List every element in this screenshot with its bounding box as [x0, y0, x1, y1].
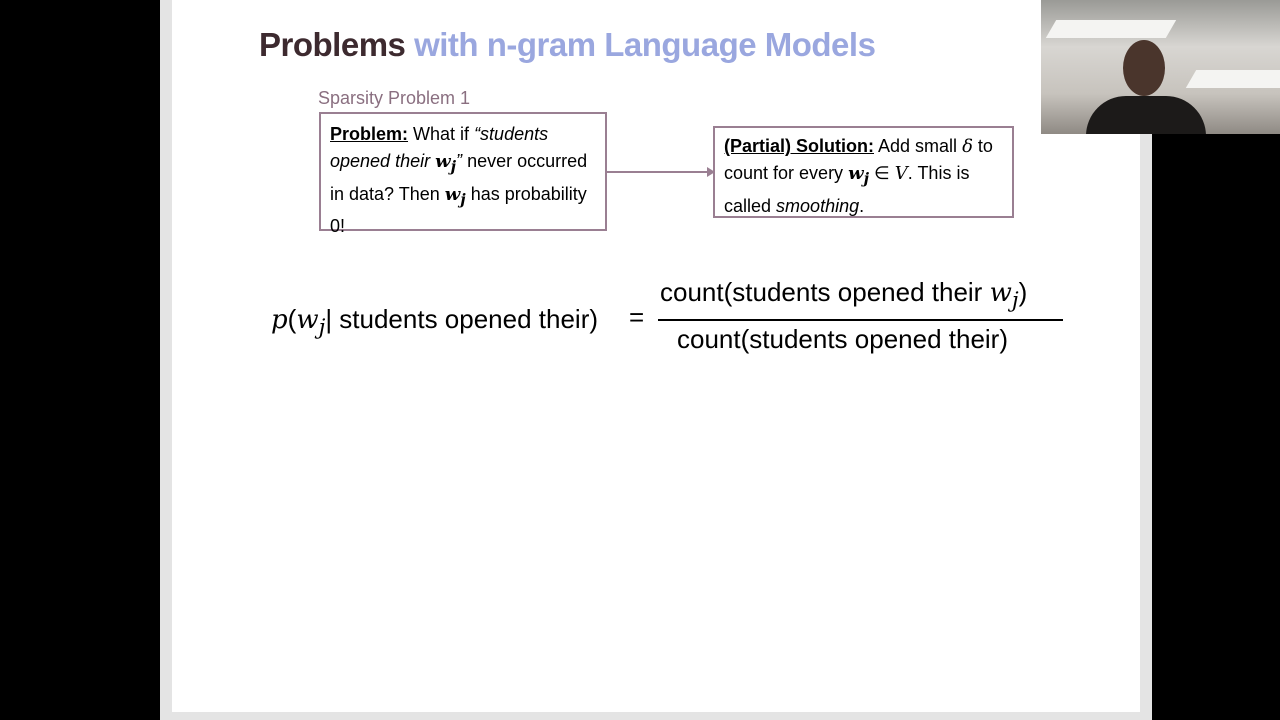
- formula-p: p: [271, 305, 288, 335]
- formula-lhs-given: | students opened their): [325, 304, 599, 334]
- element-of-symbol: ∈: [874, 163, 890, 183]
- formula-lhs: p(wj| students opened their): [271, 304, 599, 341]
- solution-var-w: w: [848, 163, 864, 184]
- formula-equals: =: [629, 302, 645, 332]
- formula-num-var: w: [989, 278, 1012, 308]
- fraction-bar: [658, 319, 1063, 321]
- solution-period-2: .: [859, 195, 865, 216]
- slide-canvas: Problems with n-gram Language Models Spa…: [172, 0, 1140, 712]
- solution-label: (Partial) Solution:: [724, 136, 874, 156]
- webcam-thumbnail: [1041, 0, 1280, 134]
- presenter-body: [1086, 96, 1206, 134]
- formula-numerator: count(students opened their wj): [660, 277, 1028, 314]
- smoothing-term: smoothing: [776, 195, 860, 216]
- problem-label: Problem:: [330, 124, 409, 144]
- problem-var-w: w: [444, 183, 461, 205]
- slide: Problems with n-gram Language Models Spa…: [160, 0, 1152, 720]
- sparsity-caption: Sparsity Problem 1: [318, 88, 471, 108]
- title-part-ngram: with n-gram Language Models: [414, 26, 876, 63]
- ceiling-light: [1185, 70, 1280, 88]
- vocab-symbol: V: [894, 163, 908, 184]
- solution-text-1: Add small: [878, 136, 958, 156]
- solution-var-sub: j: [863, 169, 870, 188]
- slide-title: Problems with n-gram Language Models: [259, 26, 876, 64]
- problem-var-sub: j: [460, 190, 466, 209]
- probability-formula: p(wj| students opened their) = count(stu…: [271, 272, 1071, 372]
- formula-num-sub: j: [1011, 288, 1019, 314]
- solution-period: .: [907, 163, 913, 183]
- problem-box: Problem: What if “students opened their …: [319, 112, 607, 236]
- ceiling-light: [1045, 20, 1177, 38]
- problem-text-1: What if: [413, 124, 470, 144]
- solution-box: (Partial) Solution: Add small δ to count…: [713, 126, 1014, 218]
- presenter-head: [1123, 40, 1165, 96]
- title-part-problems: Problems: [259, 26, 406, 63]
- delta-symbol: δ: [962, 136, 973, 157]
- arrow-connector: [607, 167, 715, 177]
- formula-lhs-var: w: [296, 305, 319, 335]
- formula-denominator: count(students opened their): [677, 324, 1008, 354]
